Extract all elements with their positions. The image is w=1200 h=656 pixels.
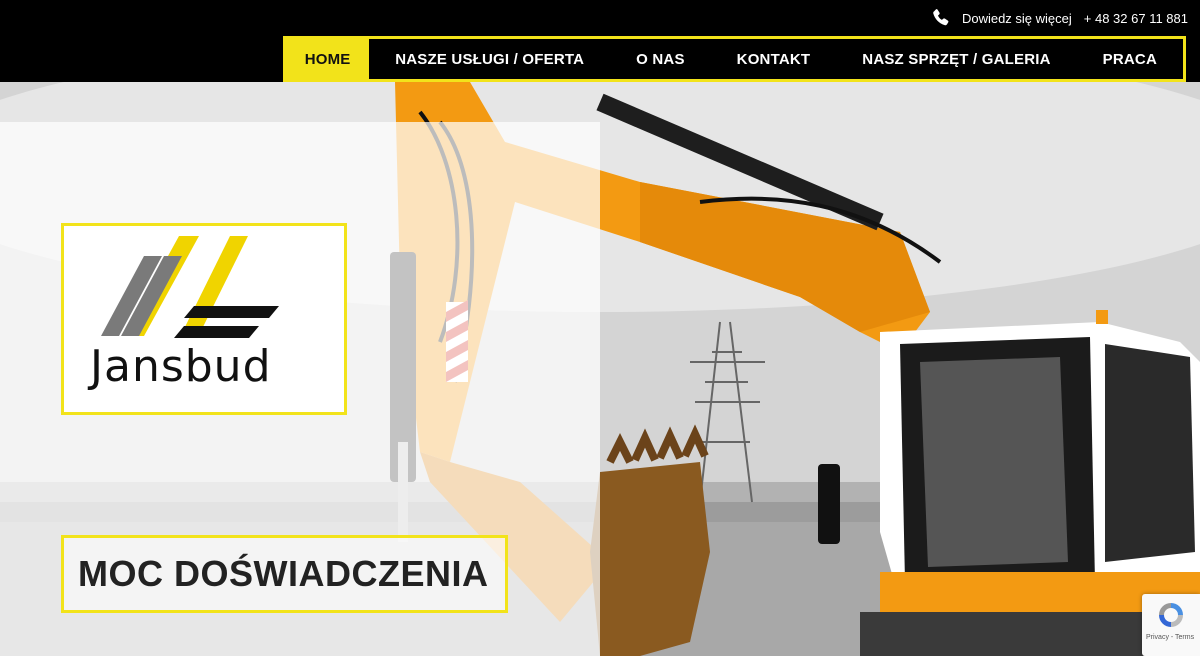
hero-tagline-box: MOC DOŚWIADCZENIA (61, 535, 508, 613)
nav-item-home[interactable]: HOME (286, 39, 370, 79)
phone-icon (933, 9, 949, 26)
main-nav: HOME NASZE USŁUGI / OFERTA O NAS KONTAKT… (283, 36, 1186, 82)
logo-text: Jansbud (90, 341, 272, 392)
nav-item-jobs[interactable]: PRACA (1077, 39, 1183, 79)
phone-number[interactable]: + 48 32 67 11 881 (1084, 11, 1188, 26)
contact-label[interactable]: Dowiedz się więcej (962, 11, 1072, 26)
recaptcha-text[interactable]: Privacy - Terms (1146, 634, 1194, 641)
hero-banner: Jansbud MOC DOŚWIADCZENIA (0, 82, 1200, 656)
contact-info[interactable]: Dowiedz się więcej + 48 32 67 11 881 (930, 6, 1188, 30)
nav-item-about[interactable]: O NAS (610, 39, 711, 79)
nav-item-contact[interactable]: KONTAKT (711, 39, 837, 79)
top-bar: Dowiedz się więcej + 48 32 67 11 881 HOM… (0, 0, 1200, 82)
recaptcha-icon (1159, 603, 1183, 627)
nav-item-gallery[interactable]: NASZ SPRZĘT / GALERIA (836, 39, 1076, 79)
logo[interactable]: Jansbud (61, 223, 347, 415)
hero-tagline: MOC DOŚWIADCZENIA (78, 553, 489, 594)
nav-item-services[interactable]: NASZE USŁUGI / OFERTA (369, 39, 610, 79)
recaptcha-badge[interactable]: Privacy - Terms (1142, 594, 1200, 656)
